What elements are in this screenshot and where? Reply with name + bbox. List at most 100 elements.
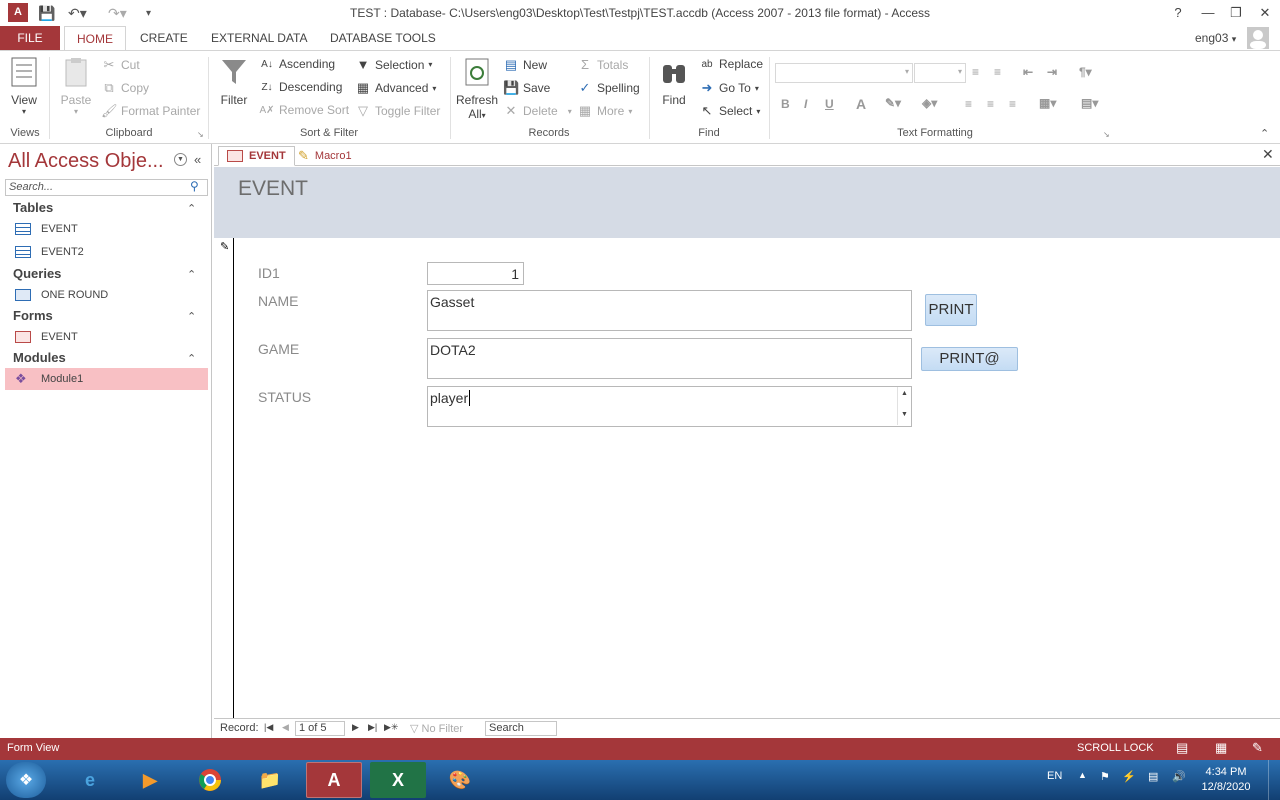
descending-button[interactable]: Z↓ Descending xyxy=(259,80,342,94)
next-record-icon[interactable]: ▶ xyxy=(352,722,359,733)
taskbar-excel-icon[interactable]: X xyxy=(370,762,426,798)
toggle-filter-button[interactable]: ▽ Toggle Filter xyxy=(355,103,440,119)
align-left-icon[interactable]: ≡ xyxy=(965,97,972,111)
decrease-indent-icon[interactable]: ⇤ xyxy=(1023,65,1033,79)
alternate-row-color-icon[interactable]: ▤▾ xyxy=(1081,96,1098,110)
dialog-launcher-icon[interactable]: ↘ xyxy=(1103,130,1110,139)
nav-search-input[interactable]: Search... xyxy=(5,179,208,196)
print-at-button[interactable]: PRINT@ xyxy=(921,347,1018,371)
font-size-combo[interactable]: ▾ xyxy=(914,63,966,83)
advanced-button[interactable]: ▦ Advanced ▾ xyxy=(355,80,437,96)
new-record-nav-icon[interactable]: ▶✳ xyxy=(384,722,398,733)
design-view-icon[interactable]: ✎ xyxy=(1252,740,1263,756)
taskbar-explorer-icon[interactable]: 📁 xyxy=(242,762,298,798)
game-field[interactable]: DOTA2 xyxy=(427,338,912,379)
delete-record-button[interactable]: ✕ Delete ▾ xyxy=(503,103,572,119)
selection-button[interactable]: ▼ Selection ▾ xyxy=(355,57,433,72)
record-selector[interactable]: ✎ xyxy=(214,238,234,718)
view-button[interactable]: View ▾ xyxy=(6,57,42,116)
status-field-scrollbar[interactable]: ▲ ▼ xyxy=(897,387,911,425)
nav-item-table-event[interactable]: EVENT xyxy=(5,218,208,240)
more-button[interactable]: ▦ More ▾ xyxy=(577,103,633,119)
record-position-input[interactable]: 1 of 5 xyxy=(295,721,345,736)
form-view-icon[interactable]: ▤ xyxy=(1176,740,1188,756)
doc-tab-event[interactable]: EVENT xyxy=(218,146,295,166)
clock[interactable]: 4:34 PM 12/8/2020 xyxy=(1196,766,1256,793)
italic-button[interactable]: I xyxy=(804,97,807,111)
cut-button[interactable]: ✂ Cut xyxy=(101,57,140,73)
collapse-chevron-icon[interactable]: ⌃ xyxy=(187,352,196,365)
highlight-icon[interactable]: ✎▾ xyxy=(885,96,901,110)
nav-item-table-event2[interactable]: EVENT2 xyxy=(5,241,208,263)
id1-field[interactable]: 1 xyxy=(427,262,524,285)
taskbar-ie-icon[interactable]: e xyxy=(62,762,118,798)
format-painter-button[interactable]: 🖌 Format Painter xyxy=(101,103,200,119)
volume-icon[interactable]: 🔊 xyxy=(1172,770,1186,783)
show-hidden-icons-icon[interactable]: ▲ xyxy=(1078,770,1087,780)
tab-database-tools[interactable]: DATABASE TOOLS xyxy=(318,26,448,50)
bold-button[interactable]: B xyxy=(781,97,790,111)
datasheet-view-icon[interactable]: ▦ xyxy=(1215,740,1227,756)
nav-section-forms[interactable]: Forms xyxy=(13,308,53,323)
power-icon[interactable]: ⚡ xyxy=(1122,770,1136,783)
select-button[interactable]: ↖ Select ▾ xyxy=(699,103,761,119)
align-right-icon[interactable]: ≡ xyxy=(1009,97,1016,111)
tab-home[interactable]: HOME xyxy=(64,26,126,51)
last-record-icon[interactable]: ▶| xyxy=(368,722,377,733)
language-indicator[interactable]: EN xyxy=(1047,770,1062,782)
show-desktop-button[interactable] xyxy=(1268,760,1280,800)
copy-button[interactable]: ⧉ Copy xyxy=(101,80,149,96)
bullets-icon[interactable]: ≡ xyxy=(972,65,979,79)
print-button[interactable]: PRINT xyxy=(925,294,977,326)
ascending-button[interactable]: A↓ Ascending xyxy=(259,57,335,71)
first-record-icon[interactable]: |◀ xyxy=(264,722,273,733)
record-search-input[interactable]: Search xyxy=(485,721,557,736)
totals-button[interactable]: Σ Totals xyxy=(577,57,628,72)
close-window-button[interactable]: ✕ xyxy=(1250,3,1280,23)
gridlines-icon[interactable]: ▦▾ xyxy=(1039,96,1056,110)
nav-item-module1[interactable]: ❖ Module1 xyxy=(5,368,208,390)
shutter-bar-collapse-icon[interactable]: « xyxy=(194,152,201,167)
collapse-chevron-icon[interactable]: ⌃ xyxy=(187,202,196,215)
font-color-button[interactable]: A xyxy=(856,96,866,112)
new-record-button[interactable]: ▤ New xyxy=(503,57,547,73)
nav-menu-chevron-icon[interactable]: ▼ xyxy=(174,153,187,166)
name-field[interactable]: Gasset xyxy=(427,290,912,331)
increase-indent-icon[interactable]: ⇥ xyxy=(1047,65,1057,79)
status-field[interactable]: player ▲ ▼ xyxy=(427,386,912,427)
nav-item-form-event[interactable]: EVENT xyxy=(5,326,208,348)
user-avatar[interactable] xyxy=(1247,27,1269,49)
filter-button[interactable]: Filter xyxy=(216,57,252,107)
taskbar-access-icon[interactable]: A xyxy=(306,762,362,798)
close-document-icon[interactable]: ✕ xyxy=(1262,146,1274,163)
nav-section-queries[interactable]: Queries xyxy=(13,266,61,281)
nav-item-query-one-round[interactable]: ONE ROUND xyxy=(5,284,208,306)
nav-section-modules[interactable]: Modules xyxy=(13,350,66,365)
user-name[interactable]: eng03 ▾ xyxy=(1183,26,1248,50)
nav-pane-title[interactable]: All Access Obje... xyxy=(8,150,164,173)
doc-tab-macro1[interactable]: ✎ Macro1 xyxy=(290,146,360,166)
network-signal-icon[interactable]: ▤ xyxy=(1148,770,1158,783)
goto-button[interactable]: ➜ Go To ▾ xyxy=(699,80,759,96)
tab-create[interactable]: CREATE xyxy=(128,26,200,50)
taskbar-media-player-icon[interactable]: ▶ xyxy=(122,762,178,798)
minimize-button[interactable]: — xyxy=(1193,3,1223,23)
nav-section-tables[interactable]: Tables xyxy=(13,200,53,215)
spelling-button[interactable]: ✓ Spelling xyxy=(577,80,640,96)
underline-button[interactable]: U xyxy=(825,97,834,111)
find-button[interactable]: Find xyxy=(656,57,692,107)
dialog-launcher-icon[interactable]: ↘ xyxy=(197,130,204,139)
paragraph-icon[interactable]: ¶▾ xyxy=(1079,65,1092,79)
prev-record-icon[interactable]: ◀ xyxy=(282,722,289,733)
collapse-chevron-icon[interactable]: ⌃ xyxy=(187,268,196,281)
font-name-combo[interactable]: ▾ xyxy=(775,63,913,83)
help-button[interactable]: ? xyxy=(1163,3,1193,23)
fill-color-icon[interactable]: ◈▾ xyxy=(922,96,937,110)
no-filter-button[interactable]: ▽ No Filter xyxy=(410,722,463,735)
tab-external-data[interactable]: EXTERNAL DATA xyxy=(199,26,319,50)
restore-button[interactable]: ❐ xyxy=(1221,3,1251,23)
replace-button[interactable]: ab Replace xyxy=(699,57,763,71)
remove-sort-button[interactable]: A✗ Remove Sort xyxy=(259,103,349,117)
tab-file[interactable]: FILE xyxy=(0,26,60,50)
save-record-button[interactable]: 💾 Save xyxy=(503,80,550,96)
